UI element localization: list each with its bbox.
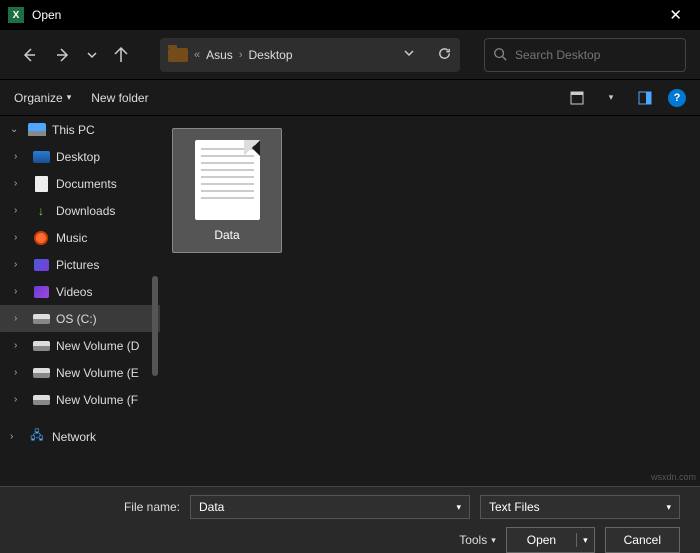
refresh-icon[interactable]	[437, 46, 452, 64]
back-button[interactable]	[14, 40, 44, 70]
breadcrumb-delim: «	[194, 49, 200, 61]
sidebar-item-network[interactable]: ›🖧Network	[0, 423, 160, 450]
file-pane[interactable]: Data	[160, 116, 700, 486]
close-icon[interactable]: ✕	[659, 2, 692, 28]
new-folder-button[interactable]: New folder	[91, 91, 148, 105]
open-button[interactable]: Open ▾	[506, 527, 595, 553]
filetype-filter[interactable]: Text Files ▾	[480, 495, 680, 519]
forward-button[interactable]	[48, 40, 78, 70]
view-caret[interactable]: ▾	[600, 87, 622, 109]
sidebar-item-pictures[interactable]: ›Pictures	[0, 251, 160, 278]
excel-icon: X	[8, 7, 24, 23]
window-title: Open	[32, 8, 61, 22]
chevron-down-icon[interactable]: ▾	[456, 502, 461, 513]
filename-label: File name:	[20, 500, 180, 514]
preview-pane-button[interactable]	[634, 87, 656, 109]
file-label: Data	[214, 228, 239, 242]
folder-icon	[168, 48, 188, 62]
tools-button[interactable]: Tools▾	[459, 533, 496, 547]
breadcrumb-crumb-desktop[interactable]: Desktop	[248, 48, 292, 62]
cancel-button[interactable]: Cancel	[605, 527, 680, 553]
file-item-data[interactable]: Data	[172, 128, 282, 253]
watermark: wsxdn.com	[651, 472, 696, 482]
sidebar-item-downloads[interactable]: ›↓Downloads	[0, 197, 160, 224]
organize-button[interactable]: Organize▾	[14, 91, 71, 105]
sidebar-item-vol-f[interactable]: ›New Volume (F	[0, 386, 160, 413]
textfile-icon	[195, 140, 260, 220]
sidebar-item-os-c[interactable]: ›OS (C:)	[0, 305, 160, 332]
sidebar-item-music[interactable]: ›Music	[0, 224, 160, 251]
navbar: « Asus › Desktop	[0, 30, 700, 80]
toolbar: Organize▾ New folder ▾ ?	[0, 80, 700, 116]
footer: File name: Data ▾ Text Files ▾ Tools▾ Op…	[0, 486, 700, 553]
sidebar-item-thispc[interactable]: ⌄This PC	[0, 116, 160, 143]
view-mode-button[interactable]	[566, 87, 588, 109]
breadcrumb-sep: ›	[239, 49, 243, 61]
recent-dropdown[interactable]	[82, 40, 102, 70]
chevron-down-icon[interactable]: ▾	[666, 502, 671, 513]
sidebar-item-desktop[interactable]: ›Desktop	[0, 143, 160, 170]
up-button[interactable]	[106, 40, 136, 70]
search-input[interactable]	[484, 38, 686, 72]
sidebar-item-vol-e[interactable]: ›New Volume (E	[0, 359, 160, 386]
filename-input[interactable]: Data ▾	[190, 495, 470, 519]
titlebar: X Open ✕	[0, 0, 700, 30]
sidebar-item-vol-d[interactable]: ›New Volume (D	[0, 332, 160, 359]
search-icon	[493, 47, 507, 64]
sidebar: ⌄This PC ›Desktop ›Documents ›↓Downloads…	[0, 116, 160, 486]
sidebar-item-documents[interactable]: ›Documents	[0, 170, 160, 197]
breadcrumb-crumb-asus[interactable]: Asus	[206, 48, 233, 62]
help-icon[interactable]: ?	[668, 89, 686, 107]
sidebar-item-videos[interactable]: ›Videos	[0, 278, 160, 305]
open-split-arrow[interactable]: ▾	[577, 535, 594, 546]
breadcrumb[interactable]: « Asus › Desktop	[160, 38, 460, 72]
chevron-down-icon[interactable]	[403, 47, 415, 62]
